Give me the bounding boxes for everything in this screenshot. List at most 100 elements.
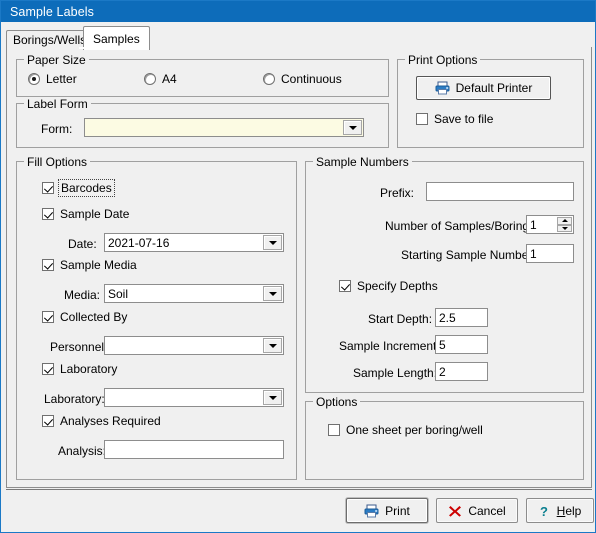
analyses-required-box [42, 415, 54, 427]
sample-date-checkbox[interactable]: Sample Date [42, 207, 129, 221]
radio-letter[interactable]: Letter [28, 72, 77, 86]
collected-by-label: Collected By [60, 310, 128, 324]
sample-numbers-group: Sample Numbers Prefix: Number of Samples… [305, 155, 584, 393]
printer-icon [364, 504, 379, 518]
radio-a4-label: A4 [162, 72, 177, 86]
chevron-down-icon [268, 291, 277, 296]
one-sheet-checkbox[interactable]: One sheet per boring/well [328, 423, 483, 437]
analyses-required-label: Analyses Required [60, 414, 161, 428]
sample-date-label: Sample Date [60, 207, 130, 221]
sample-date-box [42, 208, 54, 220]
print-button-label: Print [385, 503, 410, 518]
barcodes-checkbox[interactable]: Barcodes [42, 179, 115, 197]
chevron-down-icon [348, 125, 357, 130]
svg-text:?: ? [540, 504, 548, 518]
options-caption: Options [313, 395, 361, 409]
chevron-down-icon [268, 343, 277, 348]
start-depth-label: Start Depth: [368, 312, 433, 326]
cancel-button[interactable]: Cancel [436, 498, 518, 523]
save-to-file-label: Save to file [434, 112, 494, 126]
start-depth-input[interactable]: 2.5 [435, 308, 488, 327]
print-options-caption: Print Options [405, 53, 481, 67]
tab-strip: Borings/Wells Samples [6, 26, 592, 50]
barcodes-label: Barcodes [58, 179, 115, 197]
sample-media-box [42, 259, 54, 271]
personnel-label: Personnel: [50, 340, 108, 354]
one-sheet-box [328, 424, 340, 436]
analysis-input[interactable] [104, 440, 284, 459]
sample-increment-input[interactable]: 5 [435, 335, 488, 354]
sample-media-checkbox[interactable]: Sample Media [42, 258, 137, 272]
radio-letter-dot [28, 73, 40, 85]
print-button[interactable]: Print [346, 498, 428, 523]
date-combobox[interactable]: 2021-07-16 [104, 233, 284, 252]
laboratory-checkbox[interactable]: Laboratory [42, 362, 117, 376]
spinner-down-icon[interactable] [557, 224, 572, 232]
laboratory-box [42, 363, 54, 375]
sample-media-label: Sample Media [60, 258, 137, 272]
help-button-label: Help [556, 503, 582, 518]
radio-continuous-dot [263, 73, 275, 85]
specify-depths-checkbox[interactable]: Specify Depths [339, 279, 438, 293]
one-sheet-label: One sheet per boring/well [346, 423, 483, 437]
starting-number-input[interactable]: 1 [526, 244, 574, 263]
footer-divider [6, 489, 592, 490]
laboratory-combobox-arrow[interactable] [263, 390, 282, 405]
num-samples-spin-buttons[interactable] [557, 217, 572, 232]
radio-a4-dot [144, 73, 156, 85]
specify-depths-box [339, 280, 351, 292]
prefix-input[interactable] [426, 182, 574, 201]
window-title: Sample Labels [10, 4, 94, 19]
tab-page-samples: Paper Size Letter A4 Continuous Label Fo… [6, 47, 592, 488]
num-samples-value: 1 [530, 217, 537, 232]
date-combobox-value: 2021-07-16 [108, 235, 170, 250]
sample-labels-dialog: Sample Labels Borings/Wells Samples Pape… [0, 0, 596, 533]
date-label: Date: [68, 237, 97, 251]
help-button[interactable]: ? Help [526, 498, 594, 523]
label-form-caption: Label Form [24, 97, 91, 111]
starting-number-value: 1 [530, 246, 537, 261]
save-to-file-checkbox[interactable]: Save to file [416, 112, 493, 126]
chevron-down-icon [268, 240, 277, 245]
fill-options-caption: Fill Options [24, 155, 91, 169]
media-label: Media: [64, 288, 101, 302]
laboratory-combobox[interactable] [104, 388, 284, 407]
collected-by-checkbox[interactable]: Collected By [42, 310, 127, 324]
laboratory-field-label: Laboratory: [44, 392, 105, 406]
radio-continuous-label: Continuous [281, 72, 342, 86]
collected-by-box [42, 311, 54, 323]
form-combobox-arrow[interactable] [343, 120, 362, 135]
tab-borings-wells-label: Borings/Wells [13, 33, 87, 47]
barcodes-box [42, 182, 54, 194]
personnel-combobox[interactable] [104, 336, 284, 355]
media-combobox-arrow[interactable] [263, 286, 282, 301]
date-combobox-arrow[interactable] [263, 235, 282, 250]
analyses-required-checkbox[interactable]: Analyses Required [42, 414, 161, 428]
cancel-button-label: Cancel [468, 503, 506, 518]
prefix-label: Prefix: [380, 186, 415, 200]
paper-size-group: Paper Size Letter A4 Continuous [16, 53, 389, 97]
sample-increment-value: 5 [439, 337, 446, 352]
spinner-up-icon[interactable] [557, 217, 572, 225]
sample-length-input[interactable]: 2 [435, 362, 488, 381]
sample-increment-label: Sample Increment: [339, 339, 440, 353]
analysis-label: Analysis: [58, 444, 107, 458]
tab-active-joint [79, 47, 132, 49]
footer-button-bar: Print Cancel ? Help [6, 489, 594, 529]
personnel-combobox-arrow[interactable] [263, 338, 282, 353]
laboratory-check-label: Laboratory [60, 362, 118, 376]
paper-size-caption: Paper Size [24, 53, 89, 67]
media-combobox[interactable]: Soil [104, 284, 284, 303]
num-samples-spinner[interactable]: 1 [526, 215, 574, 234]
title-bar: Sample Labels [1, 1, 595, 22]
start-depth-value: 2.5 [439, 310, 456, 325]
form-combobox[interactable] [84, 118, 364, 137]
print-options-group: Print Options Default Printer Save to fi… [397, 53, 584, 148]
save-to-file-box [416, 113, 428, 125]
default-printer-button[interactable]: Default Printer [416, 76, 551, 100]
starting-number-label: Starting Sample Number: [401, 248, 536, 262]
radio-a4[interactable]: A4 [144, 72, 177, 86]
fill-options-group: Fill Options Barcodes Sample Date Date: … [16, 155, 297, 480]
radio-continuous[interactable]: Continuous [263, 72, 342, 86]
sample-length-label: Sample Length: [353, 366, 438, 380]
